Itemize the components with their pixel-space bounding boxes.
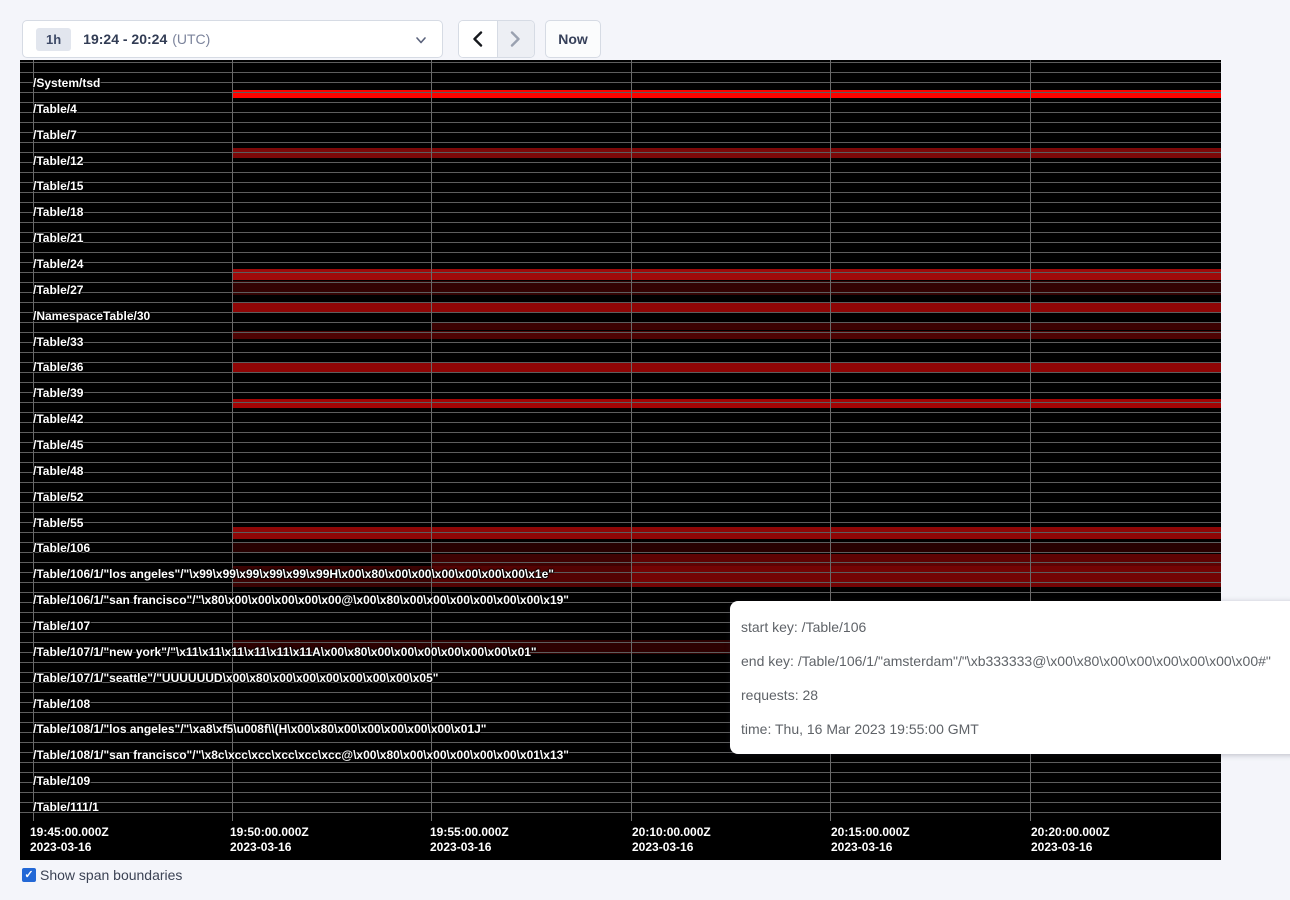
x-axis-tick: 19:55:00.000Z2023-03-16 [430,825,509,855]
prev-range-button[interactable] [459,21,497,57]
row-label: /Table/109 [33,773,90,789]
x-axis-tick: 20:10:00.000Z2023-03-16 [632,825,711,855]
check-icon: ✓ [24,869,33,881]
column-boundary-line [631,60,632,821]
row-label: /Table/108/1/"los angeles"/"\xa8\xf5\u00… [33,721,487,737]
chevron-left-icon [472,31,483,47]
tick-date: 2023-03-16 [230,840,309,855]
row-label: /Table/107 [33,618,90,634]
row-label: /Table/106 [33,540,90,556]
tick-time: 19:50:00.000Z [230,825,309,840]
tick-time: 19:45:00.000Z [30,825,109,840]
hover-tooltip: start key: /Table/106 end key: /Table/10… [730,601,1290,754]
tooltip-end-key: end key: /Table/106/1/"amsterdam"/"\xb33… [741,644,1290,678]
row-label: /Table/21 [33,230,83,246]
x-axis-tick: 19:50:00.000Z2023-03-16 [230,825,309,855]
show-span-boundaries-checkbox[interactable]: ✓ [22,868,36,882]
row-label: /Table/106/1/"san francisco"/"\x80\x00\x… [33,592,569,608]
row-label: /Table/108 [33,696,90,712]
tick-date: 2023-03-16 [632,840,711,855]
row-label: /Table/108/1/"san francisco"/"\x8c\xcc\x… [33,747,569,763]
row-label: /Table/42 [33,411,83,427]
row-label: /Table/48 [33,463,83,479]
row-label: /Table/107/1/"seattle"/"UUUUUUD\x00\x80\… [33,670,438,686]
row-label: /Table/36 [33,359,83,375]
tooltip-requests: requests: 28 [741,678,1290,712]
row-label: /Table/4 [33,101,77,117]
tick-date: 2023-03-16 [831,840,910,855]
column-boundary-line [232,60,233,821]
row-label: /Table/39 [33,385,83,401]
tick-date: 2023-03-16 [1031,840,1110,855]
x-axis-tick: 19:45:00.000Z2023-03-16 [30,825,109,855]
row-label: /Table/27 [33,282,83,298]
x-axis: 19:45:00.000Z2023-03-1619:50:00.000Z2023… [20,820,1221,860]
row-label: /Table/106/1/"los angeles"/"\x99\x99\x99… [33,566,554,582]
x-axis-tick: 20:20:00.000Z2023-03-16 [1031,825,1110,855]
x-axis-tick: 20:15:00.000Z2023-03-16 [831,825,910,855]
row-label: /Table/111/1 [33,799,99,815]
now-button[interactable]: Now [545,20,601,58]
tick-time: 20:10:00.000Z [632,825,711,840]
timezone-label: (UTC) [172,31,210,47]
checkbox-label: Show span boundaries [40,867,182,883]
time-nav-group [458,20,535,58]
tick-time: 19:55:00.000Z [430,825,509,840]
tick-time: 20:15:00.000Z [831,825,910,840]
tick-time: 20:20:00.000Z [1031,825,1110,840]
tick-date: 2023-03-16 [430,840,509,855]
next-range-button[interactable] [497,21,535,57]
tooltip-time: time: Thu, 16 Mar 2023 19:55:00 GMT [741,712,1290,746]
column-boundary-line [431,60,432,821]
row-label: /Table/107/1/"new york"/"\x11\x11\x11\x1… [33,644,537,660]
row-label: /Table/33 [33,334,83,350]
row-label: /NamespaceTable/30 [33,308,150,324]
row-label: /Table/55 [33,515,83,531]
tick-date: 2023-03-16 [30,840,109,855]
tooltip-start-key: start key: /Table/106 [741,610,1290,644]
row-label: /Table/15 [33,178,83,194]
show-span-boundaries-toggle[interactable]: ✓ Show span boundaries [22,867,182,883]
row-label: /Table/7 [33,127,77,143]
chevron-down-icon [415,33,427,47]
row-label: /System/tsd [33,75,100,91]
time-range-select[interactable]: 1h 19:24 - 20:24 (UTC) [22,20,443,58]
key-visualizer-chart[interactable]: /System/tsd/Table/4/Table/7/Table/12/Tab… [20,60,1221,860]
row-label: /Table/24 [33,256,83,272]
duration-badge: 1h [36,28,71,51]
row-label: /Table/12 [33,153,83,169]
toolbar: 1h 19:24 - 20:24 (UTC) Now [0,0,1290,60]
row-label: /Table/45 [33,437,83,453]
row-label: /Table/52 [33,489,83,505]
row-label: /Table/18 [33,204,83,220]
time-range-label: 19:24 - 20:24 [83,31,167,47]
chevron-right-icon [510,31,521,47]
